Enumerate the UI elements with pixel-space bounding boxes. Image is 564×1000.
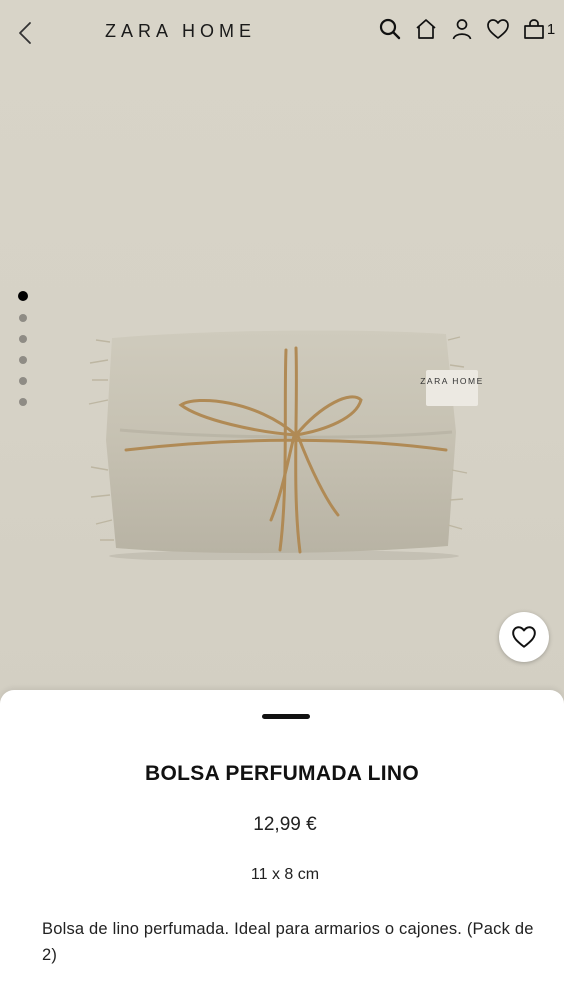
carousel-dot[interactable] [19,377,27,385]
carousel-dot[interactable] [19,356,27,364]
heart-icon [512,626,536,648]
image-carousel-indicator [18,291,28,406]
search-icon[interactable] [378,16,402,42]
product-size: 11 x 8 cm [250,866,320,883]
sheet-drag-handle[interactable] [262,714,310,719]
product-photo-linen-sachet: ZARA HOME [86,320,482,562]
carousel-dot[interactable] [19,335,27,343]
heart-icon[interactable] [486,16,510,42]
back-arrow-icon[interactable] [14,20,38,46]
brand-logo[interactable]: ZARA HOME [105,21,256,42]
product-title: BOLSA PERFUMADA LINO [145,762,419,785]
shopping-bag-icon[interactable]: 1 [522,16,556,42]
user-icon[interactable] [450,16,474,42]
product-details-sheet: BOLSA PERFUMADA LINO 12,99 € 11 x 8 cm B… [0,690,564,1000]
home-icon[interactable] [414,16,438,42]
cart-count-badge: 1 [546,20,556,38]
product-price: 12,99 € [253,814,317,835]
carousel-dot[interactable] [19,398,27,406]
carousel-dot[interactable] [18,291,28,301]
header-icons: 1 [378,14,556,44]
carousel-dot[interactable] [19,314,27,322]
product-description: Bolsa de lino perfumada. Ideal para arma… [42,920,534,964]
sachet-brand-label: ZARA HOME [420,376,482,386]
add-to-wishlist-button[interactable] [499,612,549,662]
top-navigation-bar: ZARA HOME 1 [0,0,564,64]
